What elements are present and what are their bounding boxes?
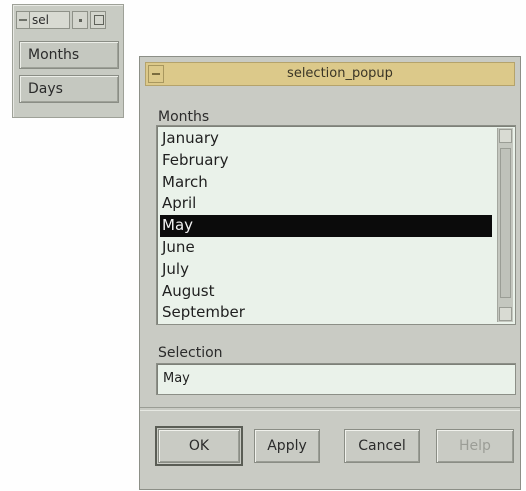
list-item[interactable]: June [160, 237, 492, 259]
popup-titlebar[interactable]: selection_popup [145, 62, 515, 86]
selection-input[interactable]: May [156, 363, 516, 395]
list-item[interactable]: March [160, 172, 492, 194]
list-item[interactable]: April [160, 193, 492, 215]
scrollbar-thumb[interactable] [500, 148, 511, 298]
minimize-icon[interactable] [72, 11, 88, 29]
ok-button[interactable]: OK [155, 426, 243, 466]
scroll-up-arrow-icon[interactable] [499, 129, 512, 143]
list-items: January February March April May June Ju… [160, 128, 492, 324]
window-titlebar: sel [16, 8, 120, 32]
list-item-selected[interactable]: May [160, 215, 492, 237]
scroll-down-arrow-icon[interactable] [499, 307, 512, 321]
list-item[interactable]: August [160, 281, 492, 303]
list-item[interactable]: September [160, 302, 492, 324]
help-button[interactable]: Help [436, 429, 514, 463]
selection-label: Selection [158, 345, 223, 361]
list-item[interactable]: July [160, 259, 492, 281]
window-title: sel [30, 11, 70, 29]
selection-popup-dialog: selection_popup Months January February … [139, 56, 521, 490]
apply-button[interactable]: Apply [254, 429, 320, 463]
vertical-scrollbar[interactable] [497, 128, 513, 322]
selection-window: sel Months Days [12, 4, 124, 118]
maximize-icon[interactable] [90, 11, 106, 29]
days-button[interactable]: Days [19, 75, 119, 103]
list-label: Months [158, 109, 210, 125]
months-button[interactable]: Months [19, 41, 119, 69]
list-item[interactable]: January [160, 128, 492, 150]
window-menu-icon[interactable] [16, 11, 30, 29]
months-list[interactable]: January February March April May June Ju… [156, 125, 516, 325]
popup-title: selection_popup [287, 66, 393, 81]
cancel-button[interactable]: Cancel [344, 429, 420, 463]
separator [140, 407, 520, 411]
window-menu-icon[interactable] [148, 65, 164, 83]
list-item[interactable]: February [160, 150, 492, 172]
